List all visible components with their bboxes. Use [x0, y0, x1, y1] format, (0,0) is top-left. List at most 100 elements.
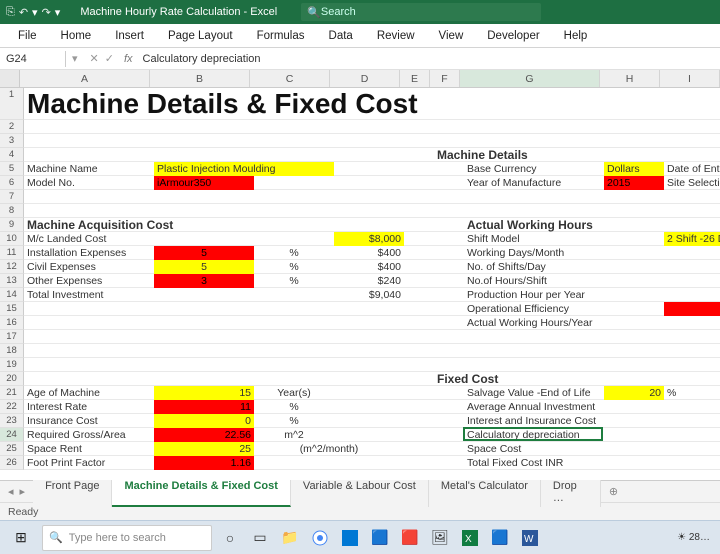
start-button[interactable]: ⊞	[4, 524, 38, 552]
row-header-14[interactable]: 14	[0, 288, 24, 302]
ribbon-tab-review[interactable]: Review	[365, 26, 427, 46]
cell-B25[interactable]: 25	[154, 442, 254, 456]
ribbon-tab-home[interactable]: Home	[49, 26, 104, 46]
cell-G10[interactable]: Shift Model	[464, 232, 604, 246]
cortana-icon[interactable]: ○	[216, 524, 244, 552]
cell-G25[interactable]: Space Cost	[464, 442, 604, 456]
cell-A12[interactable]: Civil Expenses	[24, 260, 154, 274]
ribbon-tab-help[interactable]: Help	[552, 26, 600, 46]
cell-G23[interactable]: Interest and Insurance Cost	[464, 414, 604, 428]
row-header-24[interactable]: 24	[0, 428, 24, 442]
cell-A21[interactable]: Age of Machine	[24, 386, 154, 400]
cell-C21[interactable]: Year(s)	[254, 386, 334, 400]
app-icon[interactable]: 🟦	[366, 524, 394, 552]
row-header-21[interactable]: 21	[0, 386, 24, 400]
cell-B22[interactable]: 11	[154, 400, 254, 414]
cell-B26[interactable]: 1.16	[154, 456, 254, 470]
cell-D11[interactable]: $400	[334, 246, 404, 260]
cell-G14[interactable]: Production Hour per Year	[464, 288, 604, 302]
row-header-15[interactable]: 15	[0, 302, 24, 316]
word-icon[interactable]: W	[516, 524, 544, 552]
ribbon-tab-view[interactable]: View	[427, 26, 476, 46]
cell-G11[interactable]: Working Days/Month	[464, 246, 604, 260]
cell-B6[interactable]: iArmour350	[154, 176, 254, 190]
fx-icon[interactable]: fx	[120, 53, 137, 65]
cell-H5[interactable]: Dollars	[604, 162, 664, 176]
explorer-icon[interactable]: 📁	[276, 524, 304, 552]
row-header-19[interactable]: 19	[0, 358, 24, 372]
cell-C22[interactable]: %	[254, 400, 334, 414]
row-header-22[interactable]: 22	[0, 400, 24, 414]
cell-B5[interactable]: Plastic Injection Moulding	[154, 162, 334, 176]
col-header-G[interactable]: G	[460, 70, 600, 87]
cell-A6[interactable]: Model No.	[24, 176, 154, 190]
cell-B24[interactable]: 22.56	[154, 428, 254, 442]
col-header-C[interactable]: C	[250, 70, 330, 87]
cell-A1[interactable]: Machine Details & Fixed Cost	[24, 88, 434, 120]
row-header-26[interactable]: 26	[0, 456, 24, 470]
save-icon[interactable]: ⎘	[6, 6, 15, 19]
row-header-5[interactable]: 5	[0, 162, 24, 176]
new-sheet-icon[interactable]: ⊕	[609, 485, 618, 498]
col-header-I[interactable]: I	[660, 70, 720, 87]
cell-G24[interactable]: Calculatory depreciation	[464, 428, 604, 442]
sheet-tab-0[interactable]: Front Page	[33, 477, 112, 507]
cell-C11[interactable]: %	[254, 246, 334, 260]
col-header-D[interactable]: D	[330, 70, 400, 87]
cell-A14[interactable]: Total Investment	[24, 288, 154, 302]
row-header-17[interactable]: 17	[0, 330, 24, 344]
cell-I21[interactable]: %	[664, 386, 720, 400]
row-header-13[interactable]: 13	[0, 274, 24, 288]
row-header-3[interactable]: 3	[0, 134, 24, 148]
namebox-dropdown-icon[interactable]: ▾	[66, 52, 84, 65]
sheet-tab-1[interactable]: Machine Details & Fixed Cost	[112, 477, 290, 507]
cell-B12[interactable]: 5	[154, 260, 254, 274]
cell-H6[interactable]: 2015	[604, 176, 664, 190]
ribbon-tab-data[interactable]: Data	[317, 26, 365, 46]
cell-G9[interactable]: Actual Working Hours	[464, 218, 664, 232]
row-header-6[interactable]: 6	[0, 176, 24, 190]
cell-C23[interactable]: %	[254, 414, 334, 428]
cell-A11[interactable]: Installation Expenses	[24, 246, 154, 260]
row-header-11[interactable]: 11	[0, 246, 24, 260]
col-header-F[interactable]: F	[430, 70, 460, 87]
cell-H21[interactable]: 20	[604, 386, 664, 400]
cell-A9[interactable]: Machine Acquisition Cost	[24, 218, 334, 232]
row-header-8[interactable]: 8	[0, 204, 24, 218]
cell-F4[interactable]: Machine Details	[434, 148, 664, 162]
cell-I5[interactable]: Date of Entry	[664, 162, 720, 176]
cell-C24[interactable]: m^2	[254, 428, 334, 442]
row-header-2[interactable]: 2	[0, 120, 24, 134]
cell-A5[interactable]: Machine Name	[24, 162, 154, 176]
sheet-nav[interactable]: ◂▸	[0, 485, 33, 498]
cell-A13[interactable]: Other Expenses	[24, 274, 154, 288]
row-header-12[interactable]: 12	[0, 260, 24, 274]
cell-G15[interactable]: Operational Efficiency	[464, 302, 604, 316]
row-header-7[interactable]: 7	[0, 190, 24, 204]
cell-C25[interactable]: (m^2/month)	[254, 442, 404, 456]
col-header-E[interactable]: E	[400, 70, 430, 87]
taskbar-search[interactable]: 🔍 Type here to search	[42, 525, 212, 551]
cell-G5[interactable]: Base Currency	[464, 162, 604, 176]
cell-G26[interactable]: Total Fixed Cost INR	[464, 456, 604, 470]
redo-icon[interactable]: ↷	[42, 6, 51, 19]
cell-B11[interactable]: 5	[154, 246, 254, 260]
app-icon-4[interactable]: 🟦	[486, 524, 514, 552]
undo-icon[interactable]: ↶	[19, 6, 28, 19]
ribbon-tab-formulas[interactable]: Formulas	[245, 26, 317, 46]
cell-A10[interactable]: M/c Landed Cost	[24, 232, 154, 246]
cell-D12[interactable]: $400	[334, 260, 404, 274]
cell-A23[interactable]: Insurance Cost	[24, 414, 154, 428]
row-header-4[interactable]: 4	[0, 148, 24, 162]
cell-G12[interactable]: No. of Shifts/Day	[464, 260, 604, 274]
sheet-tab-4[interactable]: Drop …	[541, 477, 601, 507]
sheet-tab-2[interactable]: Variable & Labour Cost	[291, 477, 429, 507]
chevron-left-icon[interactable]: ◂	[8, 485, 14, 498]
vscode-icon[interactable]	[336, 524, 364, 552]
chrome-icon[interactable]	[306, 524, 334, 552]
taskview-icon[interactable]: ▭	[246, 524, 274, 552]
cell-B13[interactable]: 3	[154, 274, 254, 288]
ribbon-tab-insert[interactable]: Insert	[103, 26, 156, 46]
spreadsheet-grid[interactable]: 1234567891011121314151617181920212223242…	[0, 88, 720, 480]
cell-G6[interactable]: Year of Manufacture	[464, 176, 604, 190]
